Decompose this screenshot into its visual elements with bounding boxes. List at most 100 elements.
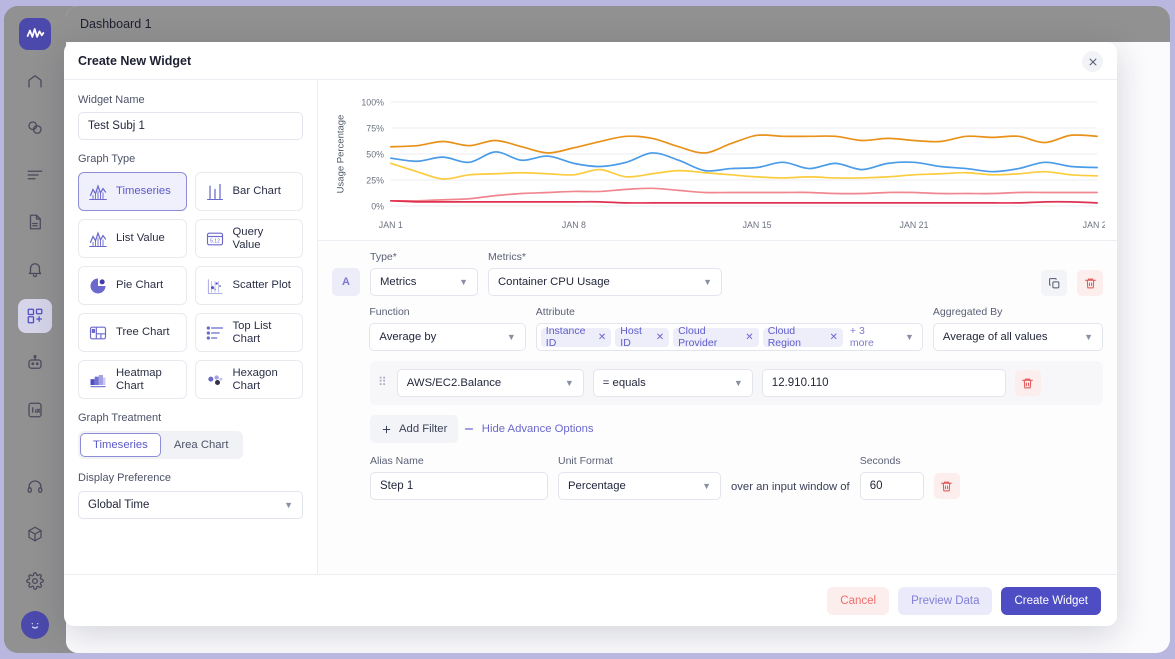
advance-options-label: Hide Advance Options: [481, 422, 594, 435]
query-value-icon: 5.12: [205, 229, 225, 249]
graph-type-bar-chart[interactable]: Bar Chart: [194, 172, 303, 211]
svg-text:JAN 1: JAN 1: [379, 220, 403, 230]
metrics-select[interactable]: Container CPU Usage ▼: [488, 268, 722, 296]
preview-data-button[interactable]: Preview Data: [898, 586, 993, 615]
graph-type-tree-chart[interactable]: Tree Chart: [78, 313, 187, 352]
type-value: Metrics: [380, 276, 417, 288]
sidebar-item-documents[interactable]: [18, 205, 52, 239]
function-label: Function: [369, 306, 410, 318]
graph-type-label: Top List Chart: [232, 319, 272, 345]
widget-name-input[interactable]: [78, 112, 303, 140]
wave-logo-icon[interactable]: [19, 18, 51, 50]
graph-type-hexagon-chart[interactable]: Hexagon Chart: [194, 360, 303, 399]
attribute-chip[interactable]: Cloud Provider ✕: [673, 325, 759, 349]
svg-text:75%: 75%: [366, 123, 384, 133]
graph-type-timeseries[interactable]: Timeseries: [78, 172, 187, 211]
graph-type-label: Query Value: [232, 225, 264, 251]
sidebar-item-analytics[interactable]: [18, 393, 52, 427]
query-badge: A: [332, 268, 360, 296]
seconds-label: Seconds: [859, 455, 901, 467]
alias-name-input[interactable]: [370, 472, 548, 500]
chevron-down-icon: ▼: [733, 378, 743, 388]
graph-type-label: Graph Type: [78, 153, 136, 165]
cancel-button[interactable]: Cancel: [827, 586, 890, 615]
sidebar-item-logs[interactable]: [18, 158, 52, 192]
filter-delete-icon[interactable]: [1014, 370, 1041, 396]
drag-handle-icon[interactable]: ⠿: [378, 376, 388, 388]
treatment-timeseries[interactable]: Timeseries: [80, 433, 161, 457]
svg-text:JAN 28: JAN 28: [1083, 220, 1105, 230]
treatment-area-chart[interactable]: Area Chart: [161, 433, 242, 457]
chip-remove-icon[interactable]: ✕: [598, 332, 606, 343]
attribute-chip[interactable]: Cloud Region ✕: [762, 325, 843, 349]
display-preference-select[interactable]: Global Time ▼: [78, 491, 303, 519]
tree-chart-icon: [88, 323, 108, 343]
type-label: Type*: [370, 251, 397, 263]
chip-remove-icon[interactable]: ✕: [745, 332, 753, 343]
chip-remove-icon[interactable]: ✕: [830, 332, 838, 343]
attribute-chip[interactable]: Host ID ✕: [615, 325, 670, 349]
sidebar-item-support[interactable]: [18, 470, 52, 504]
pie-chart-icon: [88, 276, 108, 296]
graph-type-list-value[interactable]: List Value: [78, 219, 187, 258]
attribute-multiselect[interactable]: Instance ID ✕ Host ID ✕ Cloud Provider ✕ Cloud…: [535, 323, 923, 351]
dialog-title: Create New Widget: [78, 53, 192, 68]
user-avatar[interactable]: [21, 611, 49, 639]
function-select[interactable]: Average by ▼: [369, 323, 526, 351]
sidebar-item-settings[interactable]: [18, 564, 52, 598]
sidebar-item-robot[interactable]: [18, 346, 52, 380]
hide-advance-options-toggle[interactable]: Hide Advance Options: [463, 423, 594, 435]
app-window: Dashboard 1 Create New Widget Widget Nam…: [4, 6, 1170, 653]
aggregated-by-select[interactable]: Average of all values ▼: [932, 323, 1103, 351]
graph-type-label: Tree Chart: [116, 326, 170, 338]
filter-operator-select[interactable]: = equals ▼: [592, 369, 753, 397]
display-preference-label: Display Preference: [78, 472, 171, 484]
close-icon[interactable]: [1082, 51, 1103, 72]
svg-text:100%: 100%: [361, 97, 384, 107]
graph-type-scatter-plot[interactable]: Scatter Plot: [194, 266, 303, 305]
graph-type-label: Hexagon Chart: [232, 366, 278, 392]
unit-format-label: Unit Format: [558, 455, 613, 467]
sidebar-item-home[interactable]: [18, 64, 52, 98]
query-function-row: Function Average by ▼ Attribute Instance…: [332, 306, 1103, 351]
chart-preview: 0% 25% 50% 75% 100% Usage Percentage JAN 1 JAN …: [318, 80, 1117, 240]
filter-field-value: AWS/EC2.Balance: [406, 377, 502, 389]
sidebar-item-package-add[interactable]: [18, 517, 52, 551]
advance-delete-icon[interactable]: [933, 473, 960, 499]
unit-format-select[interactable]: Percentage ▼: [558, 472, 721, 500]
type-select[interactable]: Metrics ▼: [370, 268, 478, 296]
add-filter-button[interactable]: Add Filter: [370, 415, 459, 443]
graph-type-heatmap-chart[interactable]: Heatmap Chart: [78, 360, 187, 399]
filter-field-select[interactable]: AWS/EC2.Balance ▼: [396, 369, 584, 397]
chip-remove-icon[interactable]: ✕: [656, 332, 664, 343]
filter-row: ⠿ AWS/EC2.Balance ▼ = equals ▼: [370, 361, 1103, 405]
aggregated-by-label: Aggregated By: [932, 306, 1003, 318]
attribute-chip-label: Cloud Region: [767, 325, 801, 349]
graph-type-label: Heatmap Chart: [116, 366, 162, 392]
graph-type-query-value[interactable]: 5.12 Query Value: [194, 219, 303, 258]
sidebar-item-integrations[interactable]: [18, 111, 52, 145]
svg-text:5.12: 5.12: [210, 238, 220, 244]
scatter-plot-icon: [205, 276, 225, 296]
seconds-input[interactable]: [859, 472, 924, 500]
attribute-chip[interactable]: Instance ID ✕: [540, 325, 612, 349]
svg-text:JAN 8: JAN 8: [562, 220, 586, 230]
sidebar-item-dashboard-add[interactable]: [18, 299, 52, 333]
graph-treatment-label: Graph Treatment: [78, 412, 162, 424]
graph-type-top-list-chart[interactable]: Top List Chart: [194, 313, 303, 352]
dialog-header: Create New Widget: [64, 42, 1117, 80]
graph-type-pie-chart[interactable]: Pie Chart: [78, 266, 187, 305]
plus-icon: [382, 425, 391, 433]
filter-value-input[interactable]: [761, 369, 1006, 397]
copy-icon[interactable]: [1041, 270, 1067, 296]
trash-icon[interactable]: [1077, 270, 1103, 296]
graph-type-label: Timeseries: [116, 185, 171, 197]
chevron-down-icon: ▼: [904, 332, 914, 342]
create-widget-button[interactable]: Create Widget: [1001, 586, 1101, 615]
heatmap-icon: [88, 370, 108, 390]
hexagon-icon: [205, 370, 225, 390]
attribute-more[interactable]: + 3 more: [850, 325, 889, 349]
graph-type-label: Scatter Plot: [232, 279, 291, 291]
bar-chart-icon: [205, 182, 225, 202]
sidebar-item-alerts[interactable]: [18, 252, 52, 286]
